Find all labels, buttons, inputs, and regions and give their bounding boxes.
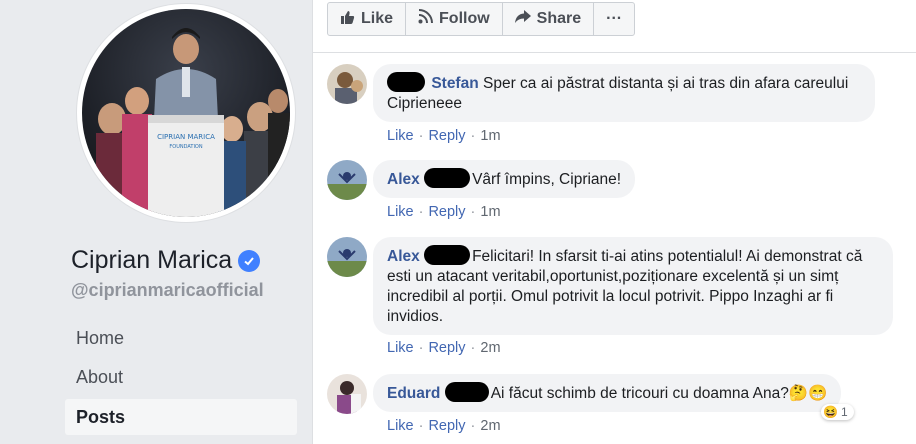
commenter-avatar[interactable] [327,64,367,104]
comment-actions: Like · Reply · 2m [387,418,501,434]
follow-label: Follow [439,10,490,27]
comment-actions: Like · Reply · 1m [387,204,501,220]
redacted-name [424,245,471,265]
comment-author[interactable]: Eduard [387,385,440,402]
profile-picture[interactable]: CIPRIAN MARICA FOUNDATION [82,9,290,217]
page-title[interactable]: Ciprian Marica [71,246,261,275]
comment-like-link[interactable]: Like [387,418,414,434]
comment-reply-link[interactable]: Reply [428,128,465,144]
share-button[interactable]: Share [503,3,595,35]
comment-actions: Like · Reply · 2m [387,340,501,356]
comment-time[interactable]: 2m [480,340,500,356]
redacted-name [444,382,489,402]
comment-bubble: Alex Vârf împins, Cipriane! [373,160,636,198]
comment-time[interactable]: 2m [480,418,500,434]
page-name-text: Ciprian Marica [71,246,233,274]
nav-about[interactable]: About [65,359,297,395]
nav-home[interactable]: Home [65,320,297,356]
verified-check-icon [238,249,261,272]
comment-bubble: Alex Felicitari! In sfarsit ti-ai atins … [373,237,893,335]
comment-author[interactable]: Alex [387,171,420,188]
more-options-button[interactable]: ··· [594,3,634,35]
comment-author[interactable]: Alex [387,248,420,265]
commenter-avatar[interactable] [327,374,367,414]
comment-like-link[interactable]: Like [387,340,414,356]
thumbs-up-icon [340,10,355,29]
profile-photo-illustration: CIPRIAN MARICA FOUNDATION [96,28,290,217]
redacted-name [387,72,425,92]
redacted-name [424,168,471,188]
commenter-avatar[interactable] [327,160,367,200]
comment-actions: Like · Reply · 1m [387,128,501,144]
rss-icon [418,9,434,29]
nav-posts[interactable]: Posts [65,399,297,435]
comment-reply-link[interactable]: Reply [428,204,465,220]
commenter-avatar[interactable] [327,237,367,277]
comment-author[interactable]: Stefan [431,75,478,92]
more-dots-icon: ··· [606,10,623,27]
like-page-button[interactable]: Like [328,3,407,35]
divider [313,52,916,53]
reaction-summary[interactable]: 😆 1 [821,404,854,420]
haha-reaction-icon: 😆 [823,405,838,419]
page-action-bar: Like Follow Share ··· [327,2,636,36]
share-label: Share [536,10,582,27]
follow-button[interactable]: Follow [406,3,503,35]
comment-text: Vârf împins, Cipriane! [472,171,622,188]
page-handle[interactable]: @ciprianmaricaofficial [71,280,264,301]
comment-reply-link[interactable]: Reply [428,418,465,434]
podium-logo-text: CIPRIAN MARICA [157,133,215,141]
comment-reply-link[interactable]: Reply [428,340,465,356]
page-sidebar: CIPRIAN MARICA FOUNDATION Ciprian Marica… [0,0,312,444]
comment-time[interactable]: 1m [480,128,500,144]
comment-like-link[interactable]: Like [387,204,414,220]
share-arrow-icon [514,9,531,29]
comment-time[interactable]: 1m [480,204,500,220]
reaction-count: 1 [840,405,848,419]
comment-bubble: Stefan Sper ca ai păstrat distanta și ai… [373,64,875,122]
post-content: Like Follow Share ··· Stefan Sper ca ai … [312,0,916,444]
podium-logo-subtext: FOUNDATION [169,144,202,150]
comment-like-link[interactable]: Like [387,128,414,144]
comment-text: Ai făcut schimb de tricouri cu doamna An… [490,385,828,402]
like-label: Like [361,10,394,27]
comment-bubble: Eduard Ai făcut schimb de tricouri cu do… [373,374,842,412]
